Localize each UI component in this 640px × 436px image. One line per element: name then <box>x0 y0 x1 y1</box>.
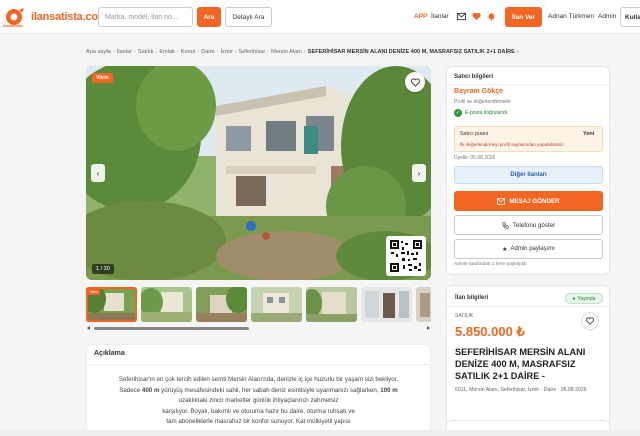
live-dot-icon: ● <box>572 295 576 302</box>
thumbnail-scrollbar[interactable] <box>86 326 431 330</box>
send-message-label: MESAJ GÖNDER <box>509 197 560 205</box>
check-icon: ✓ <box>454 109 462 117</box>
envelope-icon <box>497 197 506 205</box>
breadcrumb-item[interactable]: İlanlar <box>117 49 132 55</box>
thumbnail-strip: Vitrin <box>86 287 431 323</box>
seller-card-title: Satıcı bilgileri <box>454 74 494 80</box>
user-name[interactable]: Adnan Türkmen <box>548 13 594 20</box>
description-line: uzaklıktaki zincir marketler günlük ihti… <box>178 397 339 404</box>
breadcrumb-item[interactable]: Ana sayfa <box>86 49 111 55</box>
listing-type: SATILIK <box>455 313 474 319</box>
member-since: Üyelik: 05.08.2026 <box>454 155 496 161</box>
listing-info-title: İlan bilgileri <box>455 295 489 301</box>
breadcrumb-item[interactable]: Satılık <box>138 49 154 55</box>
admin-share-button[interactable]: ★ Admin paylaşımı <box>454 239 603 259</box>
scroll-right-icon[interactable] <box>425 325 431 331</box>
app-link[interactable]: APP <box>414 13 427 20</box>
listing-headline: SEFERİHİSAR MERSİN ALANI DENİZE 400 M, M… <box>455 347 586 381</box>
breadcrumb-item[interactable]: Emlak <box>159 49 175 55</box>
breadcrumb: Ana sayfa › İlanlar › Satılık › Emlak › Konut › Da… <box>86 49 519 55</box>
breadcrumb-item[interactable]: Daire <box>201 49 214 55</box>
gallery-prev-button[interactable]: ‹ <box>91 164 105 182</box>
description-line: karşılıyor. Boyalı, bakımlı ve oturuma h… <box>162 407 355 415</box>
thumbnail-featured-badge: Vitrin <box>88 289 100 295</box>
show-phone-label: Telefonu göster <box>512 221 556 229</box>
gallery-next-button[interactable]: › <box>412 164 426 182</box>
qr-code-image <box>386 236 426 276</box>
admin-link[interactable]: Admin <box>598 13 616 20</box>
thumbnail[interactable] <box>361 287 412 322</box>
breadcrumb-current: SEFERİHİSAR MERSİN ALANI DENİZE 400 M, M… <box>307 49 519 55</box>
description-line: Sadece 400 m yürüyüş mesafesindeki sahil… <box>119 386 398 394</box>
logo-subtext: ilansatista <box>3 23 23 28</box>
status-label: Yayında <box>577 295 596 302</box>
email-verified-label: E-posta doğrulandı <box>465 110 508 116</box>
seller-rating-label: Satıcı puanı <box>460 131 489 137</box>
breadcrumb-item[interactable]: Mersin Alanı <box>271 49 302 55</box>
divider <box>446 306 610 307</box>
breadcrumb-item[interactable]: Seferihisar <box>238 49 265 55</box>
admin-share-note: Admin tarafından 1 kere paylaşıldı <box>454 262 527 267</box>
description-title: Açıklama <box>94 350 125 357</box>
detailed-search-button[interactable]: Detaylı Ara <box>225 7 272 27</box>
other-listings-button[interactable]: Diğer ilanları <box>454 166 603 184</box>
thumbnail[interactable] <box>416 287 431 322</box>
page-horizontal-scrollbar[interactable] <box>0 430 640 436</box>
breadcrumb-item[interactable]: Konut <box>181 49 196 55</box>
phone-icon <box>502 221 509 229</box>
listing-price: 5.850.000 ₺ <box>455 324 525 339</box>
post-listing-button[interactable]: İlan Ver <box>505 7 542 27</box>
photo-counter: 1 / 30 <box>92 264 114 274</box>
thumbnail[interactable] <box>306 287 357 322</box>
heart-outline-icon <box>586 317 594 325</box>
scroll-left-icon[interactable] <box>86 325 92 331</box>
search-button[interactable]: Ara <box>197 7 221 27</box>
description-line: Seferihisar'ın en çok tercih edilen semt… <box>118 376 399 383</box>
favorite-button[interactable] <box>405 72 425 92</box>
admin-share-label: Admin paylaşımı <box>510 246 555 252</box>
featured-badge: Vitrin <box>92 73 113 83</box>
divider <box>446 84 610 85</box>
heart-icon[interactable] <box>472 12 481 21</box>
thumbnail[interactable] <box>196 287 247 322</box>
seller-profile-link[interactable]: Profil ve değerlendirmeler <box>454 99 511 105</box>
thumbnail[interactable] <box>251 287 302 322</box>
listings-link[interactable]: İlanlar <box>431 13 449 20</box>
status-badge: ● Yayında <box>565 293 603 304</box>
search-input[interactable]: Marka, model, ilan no... <box>98 7 193 27</box>
description-text: Seferihisar'ın en çok tercih edilen semt… <box>90 375 427 428</box>
listing-location: 6011, Mersin Alanı, Seferihisar, İzmir ·… <box>455 387 587 393</box>
scrollbar-thumb[interactable] <box>94 327 249 330</box>
description-line: tam aboneliklerle masrafsız bir konfor s… <box>166 418 351 425</box>
breadcrumb-item[interactable]: İzmir <box>220 49 232 55</box>
bell-icon[interactable] <box>487 12 496 21</box>
send-message-button[interactable]: MESAJ GÖNDER <box>454 191 603 211</box>
seller-rating-note: İlk değerlendirmeyi profil sayfasından y… <box>460 142 565 147</box>
heart-outline-icon <box>410 77 420 87</box>
seller-rating-value: Yeni <box>583 131 595 137</box>
show-phone-button[interactable]: Telefonu göster <box>454 215 603 235</box>
seller-rating-box <box>454 126 603 152</box>
listing-favorite-button[interactable] <box>581 312 599 330</box>
seller-name[interactable]: Bayram Gökçe <box>454 88 503 95</box>
thumbnail[interactable] <box>141 287 192 322</box>
site-logo-text[interactable]: ilansatista.com <box>31 11 108 23</box>
thumbnail[interactable]: Vitrin <box>86 287 137 322</box>
email-verified-badge: ✓ E-posta doğrulandı <box>454 109 507 117</box>
mail-icon[interactable] <box>457 12 466 21</box>
main-listing-photo[interactable] <box>86 66 431 280</box>
star-icon: ★ <box>502 246 508 253</box>
user-menu-button[interactable]: Kulla <box>620 7 640 27</box>
divider <box>86 364 431 365</box>
